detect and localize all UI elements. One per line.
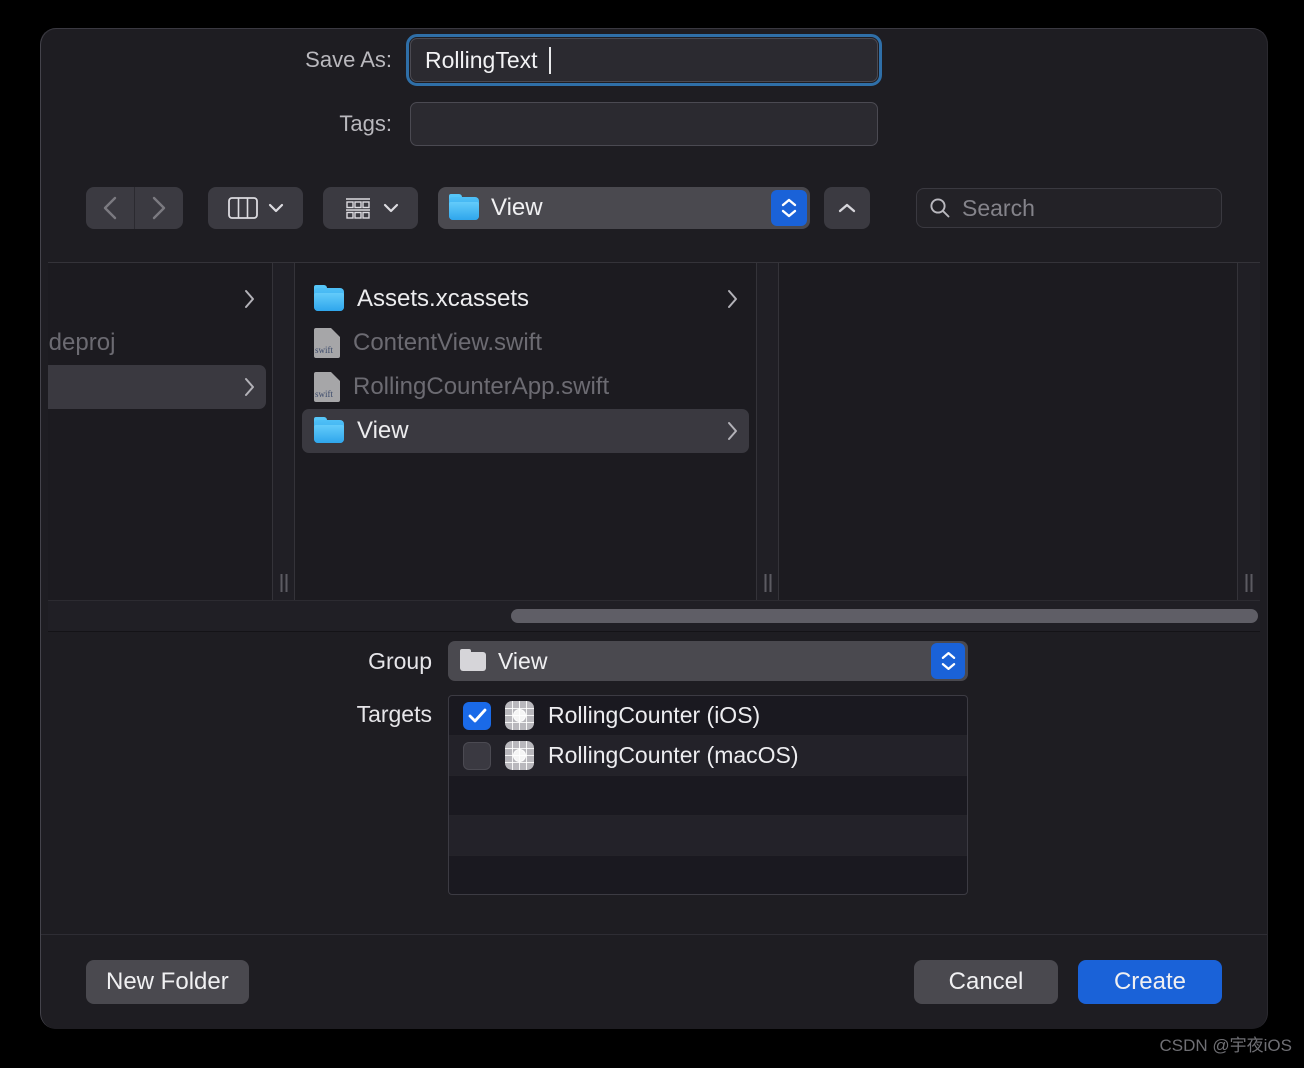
create-button[interactable]: Create <box>1078 960 1222 1004</box>
file-name: ContentView.swift <box>353 329 542 356</box>
dialog-button-bar: New Folder Cancel Create <box>40 934 1268 1029</box>
column-resizer-1[interactable] <box>757 263 779 600</box>
gallery-view-icon <box>345 198 370 219</box>
swift-file-icon: swift <box>314 328 340 358</box>
browser-toolbar: View Search <box>40 184 1268 232</box>
cancel-button[interactable]: Cancel <box>914 960 1058 1004</box>
location-label: View <box>491 194 543 221</box>
save-as-row: Save As: <box>40 34 1268 86</box>
location-stepper[interactable] <box>771 190 807 226</box>
chevron-right-icon <box>245 290 254 308</box>
checkmark-icon <box>468 708 486 723</box>
table-row-empty <box>449 856 967 894</box>
table-row[interactable]: RollingCounter (iOS) <box>449 696 967 736</box>
column-resizer-0[interactable] <box>273 263 295 600</box>
target-checkbox[interactable] <box>463 701 491 730</box>
group-label: Group <box>368 647 432 674</box>
file-name: View <box>357 417 409 444</box>
chevron-up-icon <box>838 203 856 213</box>
accessory-panel: Group View Targets RollingCounter (iOS) … <box>40 641 1268 895</box>
table-row-empty <box>449 816 967 856</box>
folder-icon <box>460 648 486 671</box>
browser-column-2[interactable] <box>779 263 1238 600</box>
list-item[interactable]: swift RollingCounterApp.swift <box>302 365 749 409</box>
target-name: RollingCounter (iOS) <box>548 702 761 728</box>
target-icon <box>505 741 534 770</box>
file-name: r.xcodeproj <box>48 329 116 356</box>
group-popup-button[interactable]: View <box>448 641 968 681</box>
chevron-right-icon <box>245 378 254 396</box>
gallery-view-button[interactable] <box>323 187 418 229</box>
list-item[interactable] <box>48 365 266 409</box>
list-item[interactable]: View <box>302 409 749 453</box>
watermark: CSDN @宇夜iOS <box>1159 1036 1293 1055</box>
folder-icon <box>314 416 344 443</box>
new-folder-button[interactable]: New Folder <box>86 960 249 1004</box>
table-row[interactable]: RollingCounter (macOS) <box>449 736 967 776</box>
tags-row: Tags: <box>40 102 1268 146</box>
table-row-empty <box>449 776 967 816</box>
search-icon <box>930 198 950 218</box>
group-stepper[interactable] <box>931 643 965 679</box>
tags-field-wrap <box>410 102 878 146</box>
chevron-right-icon <box>728 422 737 440</box>
file-name: Assets.xcassets <box>357 285 530 312</box>
scrollbar-thumb[interactable] <box>511 609 1258 623</box>
column-view-button[interactable] <box>208 187 303 229</box>
target-checkbox[interactable] <box>463 741 491 770</box>
save-as-field-wrap <box>406 34 882 86</box>
list-item[interactable]: r.xcodeproj <box>48 321 266 365</box>
group-row: Group View <box>40 641 1268 681</box>
go-up-button[interactable] <box>824 187 870 229</box>
target-name: RollingCounter (macOS) <box>548 742 799 768</box>
text-caret <box>549 47 551 74</box>
back-button[interactable] <box>86 187 134 229</box>
list-item[interactable] <box>48 277 266 321</box>
column-resizer-2[interactable] <box>1238 263 1260 600</box>
nav-button-group <box>86 187 183 229</box>
save-dialog: Save As: Tags: <box>40 28 1268 1029</box>
resize-grip-icon <box>280 574 287 592</box>
chevron-right-icon <box>152 196 166 220</box>
chevron-up-icon <box>941 652 955 659</box>
search-placeholder: Search <box>962 194 1035 221</box>
targets-label: Targets <box>356 701 432 727</box>
chevron-down-icon <box>268 203 283 213</box>
resize-grip-icon <box>1245 574 1253 592</box>
column-view-icon <box>227 197 258 219</box>
target-icon <box>505 701 534 730</box>
swift-file-icon: swift <box>314 372 340 402</box>
tags-label: Tags: <box>339 111 392 136</box>
chevron-left-icon <box>103 196 117 220</box>
location-popup-button[interactable]: View <box>438 187 810 229</box>
save-as-label: Save As: <box>305 47 392 72</box>
forward-button[interactable] <box>135 187 183 229</box>
horizontal-scrollbar[interactable] <box>48 600 1260 632</box>
folder-icon <box>314 284 344 311</box>
chevron-down-icon <box>941 663 955 670</box>
chevron-down-icon <box>383 203 398 213</box>
resize-grip-icon <box>764 574 771 592</box>
list-item[interactable]: swift ContentView.swift <box>302 321 749 365</box>
file-name: RollingCounterApp.swift <box>353 373 610 400</box>
targets-list[interactable]: RollingCounter (iOS) RollingCounter (mac… <box>448 695 968 895</box>
browser-column-1[interactable]: Assets.xcassets swift ContentView.swift … <box>295 263 757 600</box>
list-item[interactable]: Assets.xcassets <box>302 277 749 321</box>
chevron-down-icon <box>781 209 797 218</box>
search-field[interactable]: Search <box>916 188 1222 228</box>
file-browser: r.xcodeproj Assets.xcassets <box>48 262 1260 600</box>
chevron-right-icon <box>728 290 737 308</box>
tags-input[interactable] <box>410 102 878 146</box>
chevron-up-icon <box>781 198 797 207</box>
browser-column-0[interactable]: r.xcodeproj <box>48 263 273 600</box>
folder-icon <box>449 193 479 220</box>
targets-row: Targets RollingCounter (iOS) RollingCoun… <box>40 695 1268 895</box>
save-as-input[interactable] <box>410 38 878 82</box>
group-value: View <box>498 647 548 674</box>
